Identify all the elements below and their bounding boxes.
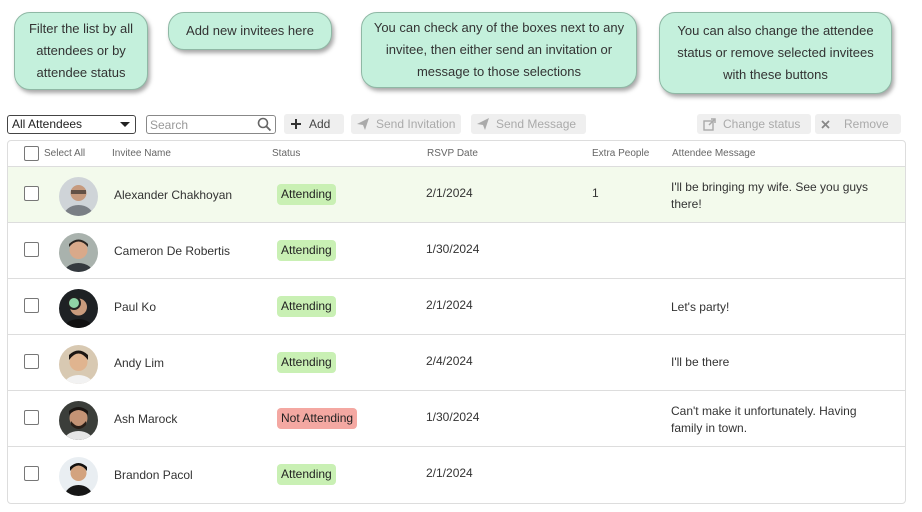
send-message-label: Send Message <box>496 117 577 131</box>
paper-plane-icon <box>477 118 489 130</box>
status-badge: Attending <box>277 352 336 373</box>
attendee-message: I'll be bringing my wife. See you guys t… <box>671 180 869 211</box>
search-box <box>146 115 276 134</box>
add-button[interactable]: Add <box>284 114 344 134</box>
table-header: Select All Invitee Name Status RSVP Date… <box>8 141 905 166</box>
callout-add: Add new invitees here <box>168 12 332 50</box>
header-rsvp-date[interactable]: RSVP Date <box>427 148 478 159</box>
row-checkbox[interactable] <box>24 242 39 257</box>
search-input[interactable] <box>150 116 258 133</box>
remove-button[interactable]: Remove <box>815 114 901 134</box>
plus-icon <box>290 118 302 130</box>
table-row[interactable]: Andy Lim Attending 2/4/2024 I'll be ther… <box>8 334 905 390</box>
select-all-checkbox[interactable] <box>24 146 39 161</box>
callout-filter-text: Filter the list by all attendees or by a… <box>28 21 134 80</box>
invitee-name: Alexander Chakhoyan <box>114 188 233 202</box>
header-select-all: Select All <box>44 148 86 159</box>
attendee-message: Can't make it unfortunately. Having fami… <box>671 404 857 435</box>
table-row[interactable]: Alexander Chakhoyan Attending 2/1/2024 1… <box>8 166 905 222</box>
remove-label: Remove <box>844 117 889 131</box>
rsvp-date: 2/1/2024 <box>426 466 473 480</box>
attendee-filter-value: All Attendees <box>12 117 83 131</box>
header-attendee-message[interactable]: Attendee Message <box>672 148 755 159</box>
paper-plane-icon <box>357 118 369 130</box>
close-icon <box>821 119 830 129</box>
avatar <box>59 177 98 216</box>
callout-status: You can also change the attendee status … <box>659 12 892 94</box>
header-invitee-name[interactable]: Invitee Name <box>112 148 171 159</box>
invitee-name: Ash Marock <box>114 412 178 426</box>
attendee-filter-select[interactable]: All Attendees <box>7 115 136 134</box>
status-badge: Attending <box>277 184 336 205</box>
status-badge: Attending <box>277 464 336 485</box>
header-status[interactable]: Status <box>272 148 300 159</box>
rsvp-date: 1/30/2024 <box>426 242 480 256</box>
attendee-message: I'll be there <box>671 355 730 369</box>
callout-filter: Filter the list by all attendees or by a… <box>14 12 148 90</box>
change-status-button[interactable]: Change status <box>697 114 811 134</box>
invitee-name: Brandon Pacol <box>114 468 193 482</box>
invitee-name: Cameron De Robertis <box>114 244 231 258</box>
callout-check: You can check any of the boxes next to a… <box>361 12 637 88</box>
table-row[interactable]: Paul Ko Attending 2/1/2024 Let's party! <box>8 278 905 334</box>
status-badge: Attending <box>277 296 336 317</box>
invitee-table: Select All Invitee Name Status RSVP Date… <box>7 140 906 504</box>
status-badge: Not Attending <box>277 408 358 429</box>
callout-status-text: You can also change the attendee status … <box>677 23 874 82</box>
rsvp-date: 2/1/2024 <box>426 298 473 312</box>
rsvp-date: 1/30/2024 <box>426 410 480 424</box>
row-checkbox[interactable] <box>24 354 39 369</box>
avatar <box>59 345 98 384</box>
row-checkbox[interactable] <box>24 186 39 201</box>
status-badge: Attending <box>277 240 336 261</box>
callout-check-text: You can check any of the boxes next to a… <box>373 20 625 79</box>
table-row[interactable]: Ash Marock Not Attending 1/30/2024 Can't… <box>8 390 905 446</box>
avatar <box>59 457 98 496</box>
change-status-label: Change status <box>723 117 801 131</box>
external-edit-icon <box>703 117 716 131</box>
avatar <box>59 401 98 440</box>
avatar <box>59 233 98 272</box>
send-message-button[interactable]: Send Message <box>471 114 586 134</box>
attendee-message: Let's party! <box>671 300 730 314</box>
invitee-name: Andy Lim <box>114 356 165 370</box>
callout-add-text: Add new invitees here <box>186 23 314 38</box>
caret-down-icon <box>120 122 130 127</box>
add-button-label: Add <box>309 117 331 131</box>
row-checkbox[interactable] <box>24 466 39 481</box>
send-invitation-label: Send Invitation <box>376 117 456 131</box>
rsvp-date: 2/4/2024 <box>426 354 473 368</box>
row-checkbox[interactable] <box>24 410 39 425</box>
table-row[interactable]: Brandon Pacol Attending 2/1/2024 <box>8 446 905 502</box>
avatar <box>59 289 98 328</box>
header-extra-people[interactable]: Extra People <box>592 148 649 159</box>
invitee-name: Paul Ko <box>114 300 157 314</box>
send-invitation-button[interactable]: Send Invitation <box>351 114 461 134</box>
rsvp-date: 2/1/2024 <box>426 186 473 200</box>
search-icon[interactable] <box>257 117 272 135</box>
extra-people: 1 <box>592 186 599 200</box>
row-checkbox[interactable] <box>24 298 39 313</box>
table-row[interactable]: Cameron De Robertis Attending 1/30/2024 <box>8 222 905 278</box>
